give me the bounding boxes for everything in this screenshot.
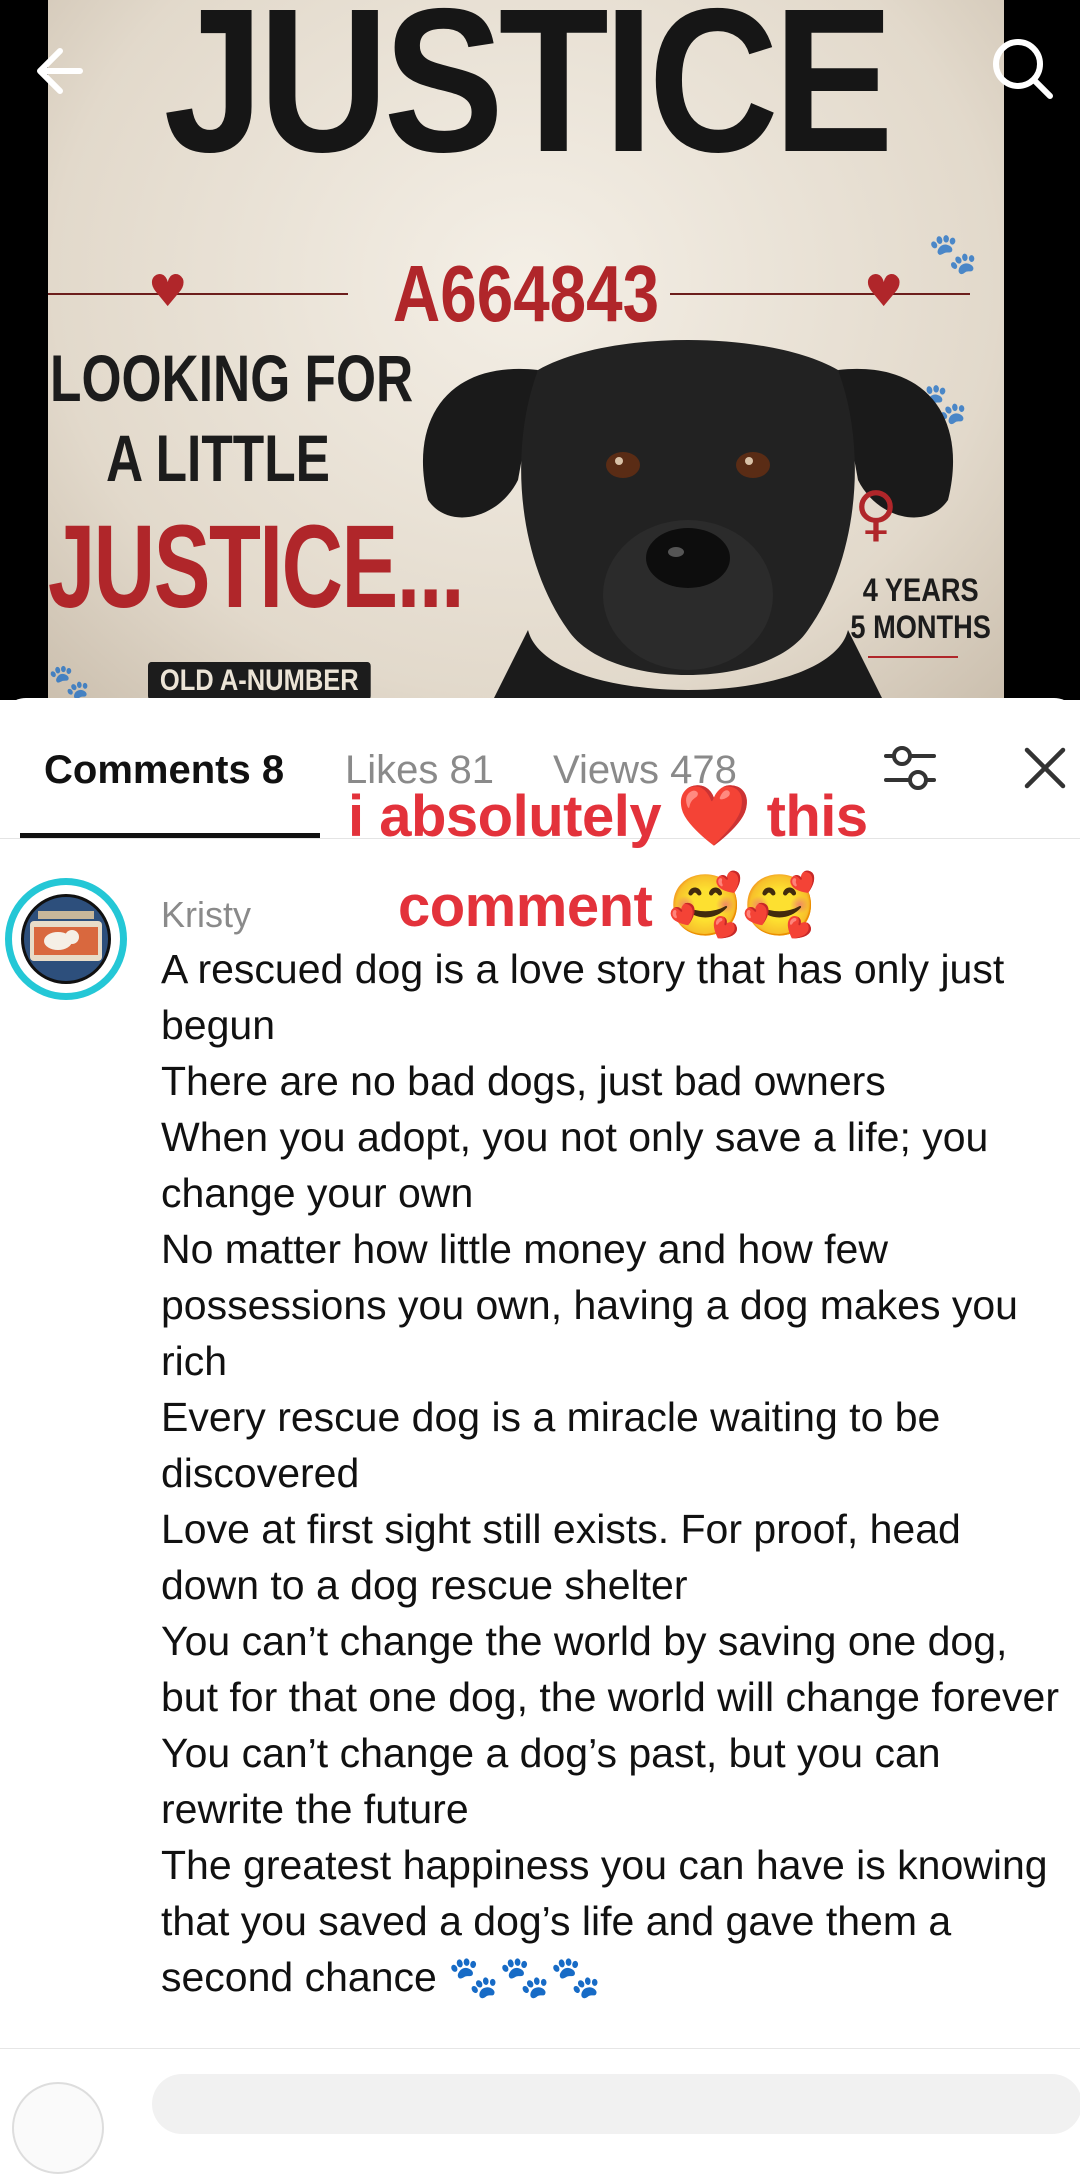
sticker-word: i absolutely	[348, 784, 662, 849]
back-button[interactable]	[28, 36, 98, 106]
current-user-avatar	[12, 2082, 104, 2174]
filter-button[interactable]	[880, 738, 940, 798]
avatar-image	[21, 894, 111, 984]
paw-print-icon: 🐾	[928, 231, 978, 277]
age-underline	[868, 656, 958, 658]
close-button[interactable]	[1015, 738, 1075, 798]
comment-line: You can’t change the world by saving one…	[161, 1618, 1059, 1720]
search-icon	[993, 39, 1053, 99]
comment-input[interactable]	[152, 2074, 1080, 2134]
close-icon	[1024, 747, 1066, 789]
avatar[interactable]	[5, 878, 127, 1000]
female-icon: ♀	[854, 479, 898, 549]
composer-divider	[0, 2048, 1080, 2049]
divider-right	[670, 293, 970, 295]
old-a-number-tag: OLD A-NUMBER	[148, 662, 371, 700]
comment-line: Love at first sight still exists. For pr…	[161, 1506, 961, 1608]
sticker-text-line2: comment 🥰🥰	[398, 870, 817, 941]
comment-line: When you adopt, you not only save a life…	[161, 1114, 989, 1216]
poster-looking-line2: A LITTLE	[106, 421, 330, 495]
age-months: 5 MONTHS	[850, 608, 991, 645]
comment-line: A rescued dog is a love story that has o…	[161, 946, 1005, 1048]
comment-line: You can’t change a dog’s past, but you c…	[161, 1730, 941, 1832]
tab-comments[interactable]: Comments 8	[44, 748, 284, 793]
comment-line: The greatest happiness you can have is k…	[161, 1842, 1048, 2000]
poster-looking-line1: LOOKING FOR	[50, 341, 414, 415]
heart-icon: ♥	[864, 266, 904, 317]
poster-age: 4 YEARS 5 MONTHS	[850, 572, 991, 646]
post-image: JUSTICE ♥ A664843 ♥ LOOKING FOR A LITTLE…	[0, 0, 1080, 700]
adoption-poster: JUSTICE ♥ A664843 ♥ LOOKING FOR A LITTLE…	[48, 0, 1004, 700]
age-years: 4 YEARS	[862, 572, 979, 608]
sticker-word: comment	[398, 874, 653, 939]
sticker-text-line1: i absolutely ❤️ this	[348, 780, 868, 851]
sticker-word: this	[766, 784, 869, 849]
smiling-hearts-emoji-icon: 🥰🥰	[667, 872, 817, 939]
arrow-left-icon	[37, 48, 83, 94]
comment-line: No matter how little money and how few p…	[161, 1226, 1018, 1384]
comment-line: There are no bad dogs, just bad owners	[161, 1058, 886, 1104]
comment-username[interactable]: Kristy	[161, 894, 251, 936]
search-button[interactable]	[986, 32, 1058, 104]
heart-emoji-icon: ❤️	[676, 782, 752, 849]
paw-print-icon: 🐾	[48, 662, 91, 700]
comment-line: Every rescue dog is a miracle waiting to…	[161, 1394, 941, 1496]
sliders-icon	[884, 746, 936, 790]
comment-text: A rescued dog is a love story that has o…	[161, 941, 1066, 2005]
shelter-logo-icon	[30, 911, 102, 961]
poster-title: JUSTICE	[163, 0, 894, 195]
